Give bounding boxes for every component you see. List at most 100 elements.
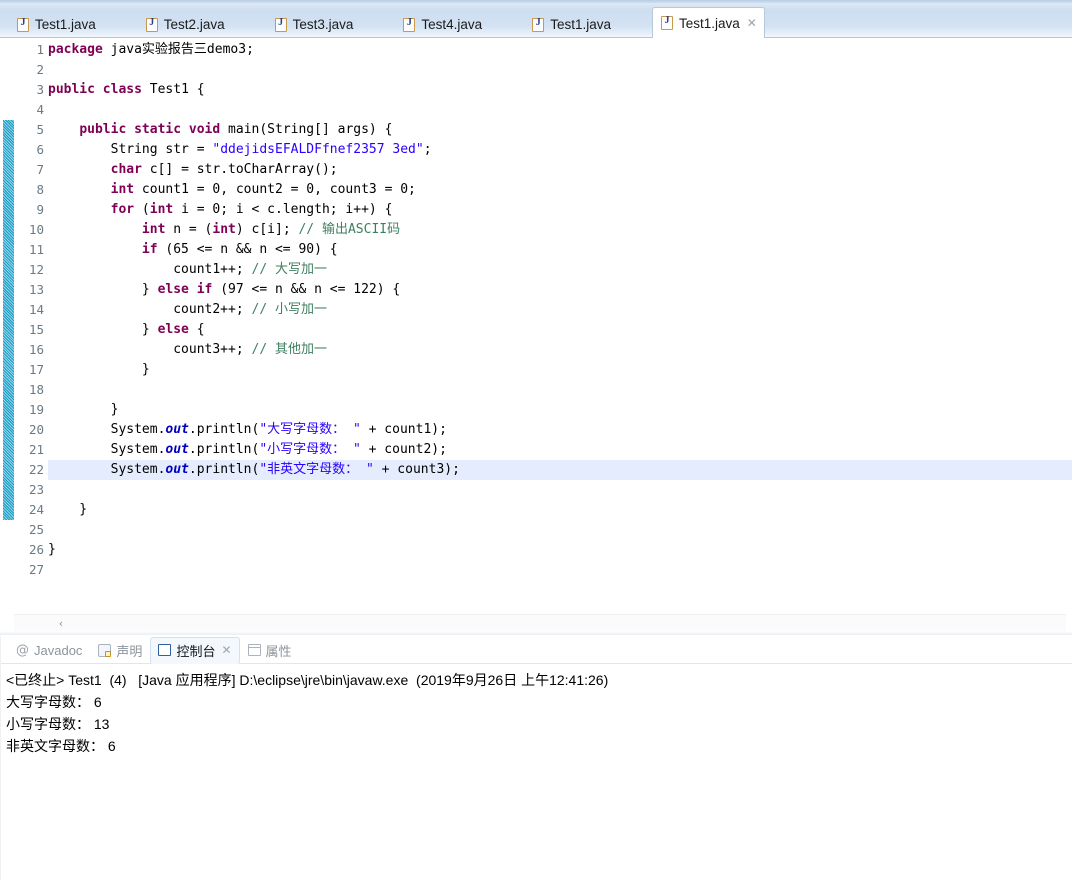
close-icon[interactable]: ✕ xyxy=(747,17,757,29)
editor-tab-list: Test1.java Test2.java Test3.java Test4.java… xyxy=(8,6,765,38)
code-line[interactable]: String str = "ddejidsEFALDFfnef2357 3ed"… xyxy=(48,140,432,160)
line-number: 10 xyxy=(28,222,44,237)
code-line[interactable]: int n = (int) c[i]; // 输出ASCII码 xyxy=(48,220,400,240)
editor-body[interactable]: 1 2 3 4 5 6 7 8 9 10 11 12 13 14 15 16 17 18 19 20 21 22 23 24 2… xyxy=(0,38,1072,614)
java-file-icon xyxy=(660,15,673,30)
bottom-panel-tab-label: Javadoc xyxy=(34,642,83,658)
line-number: 8 xyxy=(36,182,44,197)
line-number: 25 xyxy=(28,522,44,537)
changed-lines-indicator xyxy=(3,120,14,520)
line-number: 26 xyxy=(28,542,44,557)
code-line[interactable]: System.out.println("小写字母数： " + count2); xyxy=(48,440,447,460)
bottom-panel-tab-bar: @ Javadoc 声明 控制台 ✕ 属性 xyxy=(0,636,1072,664)
console-output[interactable]: <已终止> Test1 (4) [Java 应用程序] D:\eclipse\j… xyxy=(0,664,1072,880)
console-output-lines: 大写字母数： 6 小写字母数： 13 非英文字母数： 6 xyxy=(6,691,1072,757)
line-number: 22 xyxy=(28,462,44,477)
bottom-panel-tab-label: 属性 xyxy=(265,643,292,659)
java-file-icon xyxy=(403,17,416,32)
line-number: 19 xyxy=(28,402,44,417)
code-line[interactable]: int count1 = 0, count2 = 0, count3 = 0; xyxy=(48,180,416,200)
part-separator xyxy=(0,631,1072,635)
bottom-panel-tab-2[interactable]: 声明 xyxy=(90,638,150,662)
line-number: 9 xyxy=(36,202,44,217)
code-line[interactable]: System.out.println("大写字母数： " + count1); xyxy=(48,420,447,440)
line-number-gutter: 1 2 3 4 5 6 7 8 9 10 11 12 13 14 15 16 17 18 19 20 21 22 23 24 2… xyxy=(14,38,60,614)
line-number: 23 xyxy=(28,482,44,497)
code-line[interactable]: for (int i = 0; i < c.length; i++) { xyxy=(48,200,393,220)
code-line[interactable]: public static void main(String[] args) { xyxy=(48,120,392,140)
code-line[interactable]: } else if (97 <= n && n <= 122) { xyxy=(48,280,400,300)
code-line[interactable]: } else { xyxy=(48,320,205,340)
line-number: 24 xyxy=(28,502,44,517)
java-file-icon xyxy=(17,17,29,32)
code-line[interactable]: } xyxy=(48,360,150,380)
editor-tab-1[interactable]: Test1.java xyxy=(8,11,107,38)
editor-tab-label: Test4.java xyxy=(421,17,483,32)
editor-tab-label: Test2.java xyxy=(163,17,225,32)
code-line[interactable]: } xyxy=(48,400,119,420)
editor-part: Test1.java Test2.java Test3.java Test4.java… xyxy=(0,0,1072,635)
java-file-icon xyxy=(274,17,287,32)
line-number: 20 xyxy=(28,422,44,437)
console-icon xyxy=(158,644,172,656)
bottom-panel: @ Javadoc 声明 控制台 ✕ 属性 <已终止> Test1 (4) [Java 应… xyxy=(0,636,1072,880)
scroll-left-arrow-icon[interactable]: ‹ xyxy=(54,617,68,630)
line-number: 12 xyxy=(28,262,44,277)
code-line[interactable]: package java实验报告三demo3; xyxy=(48,40,254,60)
code-line[interactable]: System.out.println("非英文字母数： " + count3); xyxy=(48,460,460,480)
line-number: 5 xyxy=(36,122,44,137)
code-line[interactable]: count3++; // 其他加一 xyxy=(48,340,327,360)
eclipse-window: Test1.java Test2.java Test3.java Test4.java… xyxy=(0,0,1072,880)
annotation-column[interactable] xyxy=(0,38,15,614)
bottom-panel-tab-label: 声明 xyxy=(116,643,143,659)
line-number: 2 xyxy=(36,62,44,77)
editor-tab-5[interactable]: Test1.java xyxy=(523,11,622,38)
editor-tab-label: Test1.java xyxy=(35,17,96,32)
line-number: 18 xyxy=(28,382,44,397)
java-file-icon xyxy=(145,17,158,32)
code-line[interactable]: } xyxy=(48,500,87,520)
line-number: 6 xyxy=(36,142,44,157)
code-line[interactable]: if (65 <= n && n <= 90) { xyxy=(48,240,338,260)
line-number: 16 xyxy=(28,342,44,357)
bottom-panel-tab-4[interactable]: 属性 xyxy=(240,638,300,662)
line-number: 1 xyxy=(36,42,44,57)
code-line[interactable]: public class Test1 { xyxy=(48,80,205,100)
code-line[interactable]: count1++; // 大写加一 xyxy=(48,260,327,280)
line-number: 21 xyxy=(28,442,44,457)
code-line[interactable]: } xyxy=(48,540,56,560)
editor-tab-2[interactable]: Test2.java xyxy=(137,11,236,38)
console-line: 非英文字母数： 6 xyxy=(6,738,116,754)
line-number: 3 xyxy=(36,82,44,97)
at-icon: @ xyxy=(16,642,29,658)
console-header-line: <已终止> Test1 (4) [Java 应用程序] D:\eclipse\j… xyxy=(6,672,609,688)
line-number: 11 xyxy=(28,242,44,257)
java-file-icon xyxy=(532,17,545,32)
line-number: 14 xyxy=(28,302,44,317)
bottom-panel-tab-list: @ Javadoc 声明 控制台 ✕ 属性 xyxy=(8,636,300,664)
editor-tab-bar: Test1.java Test2.java Test3.java Test4.java… xyxy=(0,0,1072,38)
code-line[interactable]: count2++; // 小写加一 xyxy=(48,300,327,320)
code-line[interactable]: char c[] = str.toCharArray(); xyxy=(48,160,338,180)
declaration-icon xyxy=(98,643,112,657)
editor-horizontal-scrollbar[interactable]: ‹ xyxy=(14,614,1066,631)
line-number: 27 xyxy=(28,562,44,577)
line-number: 4 xyxy=(36,102,44,117)
console-line: 小写字母数： 13 xyxy=(6,716,110,732)
line-number: 17 xyxy=(28,362,44,377)
bottom-panel-tab-label: 控制台 xyxy=(176,643,216,659)
editor-tab-3[interactable]: Test3.java xyxy=(266,11,365,38)
properties-icon xyxy=(247,644,261,656)
line-number: 15 xyxy=(28,322,44,337)
bottom-panel-tab-3[interactable]: 控制台 ✕ xyxy=(150,636,240,664)
line-number: 13 xyxy=(28,282,44,297)
editor-tab-4[interactable]: Test4.java xyxy=(394,11,493,38)
close-icon[interactable]: ✕ xyxy=(221,644,231,656)
editor-tab-label: Test1.java xyxy=(678,15,740,31)
editor-tab-6[interactable]: Test1.java ✕ xyxy=(651,7,765,38)
editor-tab-label: Test1.java xyxy=(550,17,611,32)
bottom-panel-tab-1[interactable]: @ Javadoc xyxy=(8,638,90,662)
code-text-area[interactable]: package java实验报告三demo3; public class Test… xyxy=(48,38,1072,614)
console-line: 大写字母数： 6 xyxy=(6,694,102,710)
editor-tab-label: Test3.java xyxy=(292,17,354,32)
